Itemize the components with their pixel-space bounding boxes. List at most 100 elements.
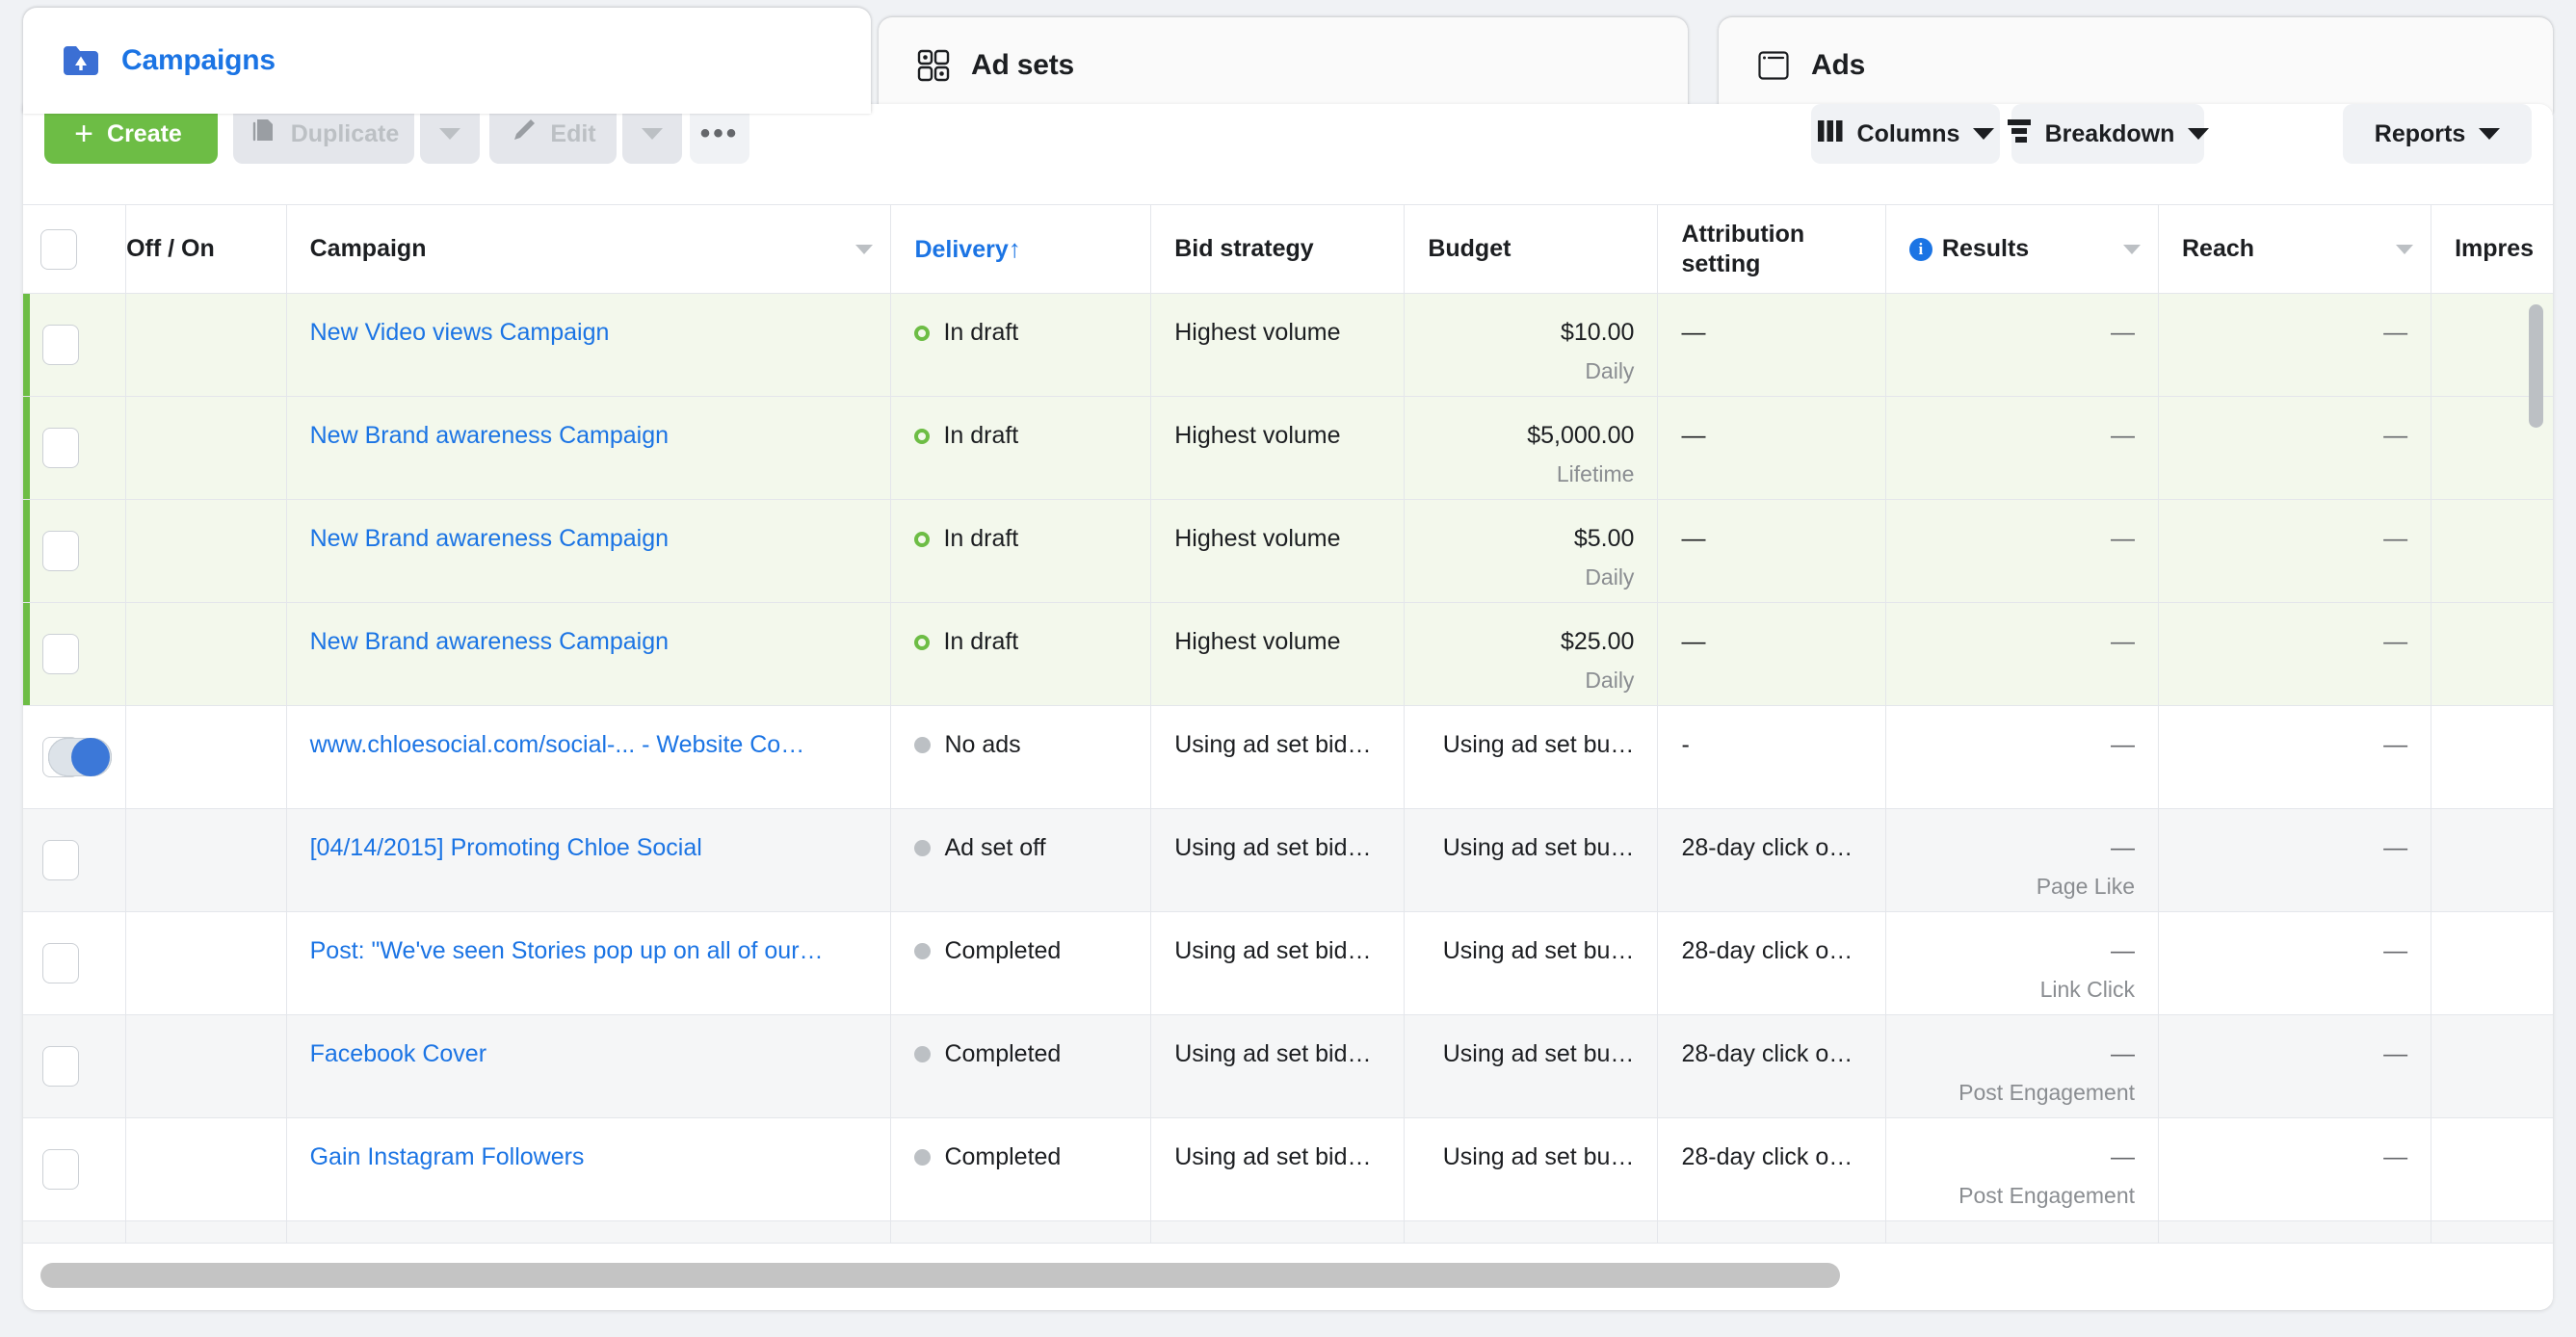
- chevron-down-icon[interactable]: [2123, 244, 2141, 254]
- reach-cell: —: [2158, 1117, 2432, 1221]
- status-dot-icon: [914, 1046, 932, 1062]
- row-select-cell[interactable]: [23, 1014, 127, 1118]
- header-reach[interactable]: Reach: [2158, 204, 2432, 294]
- campaigns-table-scroll[interactable]: Off / On Campaign Delivery↑ Bid strategy…: [23, 204, 2553, 1310]
- table-row[interactable]: Post: "We've seen Stories pop up on all …: [23, 738, 2553, 1015]
- results-cell: — Page Like: [1885, 808, 2160, 912]
- campaign-name-cell[interactable]: New Brand awareness Campaign: [286, 499, 892, 603]
- campaign-name-link[interactable]: New Brand awareness Campaign: [310, 603, 868, 656]
- campaign-name-cell[interactable]: [04/14/2015] Promoting Chloe Social: [286, 808, 892, 912]
- draft-accent-bar: [23, 294, 30, 396]
- results-cell: —: [1885, 602, 2160, 706]
- budget-cell: Using ad set bu…: [1404, 911, 1659, 1015]
- campaign-name-link[interactable]: Facebook Cover: [310, 1015, 868, 1068]
- reach-value: —: [2383, 525, 2408, 552]
- table-row[interactable]: Facebook Cover Completed Using ad set bid……: [23, 738, 2553, 1118]
- row-select-cell[interactable]: [23, 808, 127, 912]
- row-checkbox[interactable]: [42, 428, 79, 468]
- status-dot-draft-icon: [914, 531, 931, 547]
- info-icon[interactable]: i: [1908, 238, 1932, 262]
- row-toggle-cell[interactable]: [48, 293, 287, 776]
- row-checkbox[interactable]: [42, 531, 79, 571]
- reports-button[interactable]: Reports: [2343, 104, 2532, 164]
- row-checkbox[interactable]: [42, 1149, 79, 1190]
- attribution-setting-cell: 28-day click o…: [1657, 1014, 1886, 1118]
- row-select-cell[interactable]: [23, 1117, 127, 1221]
- horizontal-scrollbar-thumb[interactable]: [40, 1263, 1840, 1288]
- campaign-name-cell[interactable]: New Brand awareness Campaign: [286, 602, 892, 706]
- campaign-name-cell[interactable]: Facebook Cover: [286, 1014, 892, 1118]
- results-value: —: [2111, 525, 2135, 552]
- window-icon: [1757, 49, 1790, 82]
- table-row[interactable]: New Brand awareness Campaign In draft High…: [23, 396, 2553, 776]
- budget-value: Using ad set bu…: [1442, 1040, 1635, 1067]
- chevron-down-icon[interactable]: [855, 244, 874, 254]
- horizontal-scrollbar-track[interactable]: [23, 1243, 2553, 1310]
- campaign-name-link[interactable]: New Brand awareness Campaign: [310, 500, 868, 553]
- row-checkbox[interactable]: [42, 943, 79, 983]
- header-delivery[interactable]: Delivery↑: [890, 204, 1152, 294]
- table-row[interactable]: [04/14/2015] Promoting Chloe Social Ad se…: [23, 738, 2553, 912]
- row-checkbox[interactable]: [42, 634, 79, 674]
- header-budget[interactable]: Budget: [1404, 204, 1659, 294]
- row-toggle-cell[interactable]: [48, 738, 287, 1118]
- row-select-cell[interactable]: [23, 911, 127, 1015]
- results-type: Page Like: [2036, 874, 2135, 899]
- table-row[interactable]: New Brand awareness Campaign In draft High…: [23, 602, 2553, 776]
- row-toggle-cell[interactable]: [48, 705, 287, 809]
- row-checkbox[interactable]: [42, 1046, 79, 1087]
- row-checkbox[interactable]: [42, 840, 79, 880]
- reach-value: —: [2383, 1040, 2408, 1067]
- reach-cell: —: [2158, 499, 2432, 603]
- chevron-down-icon[interactable]: [2396, 244, 2414, 254]
- header-results[interactable]: i Results: [1885, 204, 2160, 294]
- attribution-setting-value: -: [1681, 731, 1690, 758]
- campaign-name-link[interactable]: [04/14/2015] Promoting Chloe Social: [310, 809, 868, 862]
- row-toggle-cell[interactable]: [48, 602, 287, 776]
- campaign-name-cell[interactable]: New Brand awareness Campaign: [286, 396, 892, 500]
- campaign-name-link[interactable]: New Video views Campaign: [310, 294, 868, 347]
- select-all-header[interactable]: [23, 204, 127, 294]
- header-off-on-label: Off / On: [126, 235, 215, 262]
- tab-ads[interactable]: Ads: [1719, 17, 2553, 114]
- header-bid-strategy[interactable]: Bid strategy: [1150, 204, 1406, 294]
- row-toggle-cell[interactable]: [48, 499, 287, 776]
- row-toggle-cell[interactable]: [48, 738, 287, 1221]
- tab-campaigns[interactable]: Campaigns: [23, 8, 871, 114]
- table-row[interactable]: New Video views Campaign In draft Highest …: [23, 293, 2553, 776]
- header-impressions[interactable]: Impres: [2431, 204, 2553, 294]
- row-select-cell[interactable]: [23, 602, 127, 706]
- campaign-name-cell[interactable]: Post: "We've seen Stories pop up on all …: [286, 911, 892, 1015]
- table-row[interactable]: Gain Instagram Followers Completed Using a…: [23, 738, 2553, 1221]
- row-toggle-cell[interactable]: [48, 396, 287, 776]
- header-attribution-setting[interactable]: Attribution setting: [1657, 204, 1886, 294]
- campaign-name-cell[interactable]: New Video views Campaign: [286, 293, 892, 397]
- breakdown-button[interactable]: Breakdown: [2007, 104, 2210, 164]
- reach-cell: —: [2158, 396, 2432, 500]
- header-off-on: Off / On: [125, 204, 287, 294]
- row-select-cell[interactable]: [23, 396, 127, 500]
- campaign-name-link[interactable]: New Brand awareness Campaign: [310, 397, 868, 450]
- attribution-setting-value: 28-day click o…: [1681, 1143, 1853, 1170]
- table-row[interactable]: New Brand awareness Campaign In draft High…: [23, 499, 2553, 776]
- row-select-cell[interactable]: [23, 293, 127, 397]
- select-all-checkbox[interactable]: [40, 228, 77, 270]
- table-row[interactable]: www.chloesocial.com/social-... - Website…: [23, 705, 2553, 809]
- tab-ad-sets[interactable]: Ad sets: [879, 17, 1688, 114]
- columns-icon: [1817, 119, 1844, 149]
- row-toggle-cell[interactable]: [48, 738, 287, 1015]
- columns-button[interactable]: Columns: [1811, 104, 2000, 164]
- campaign-name-link[interactable]: Gain Instagram Followers: [310, 1118, 868, 1171]
- vertical-scrollbar-track[interactable]: [2524, 299, 2545, 1175]
- header-campaign[interactable]: Campaign: [286, 204, 892, 294]
- campaign-name-cell[interactable]: www.chloesocial.com/social-... - Website…: [286, 705, 892, 809]
- row-toggle-cell[interactable]: [48, 738, 287, 912]
- campaign-name-cell[interactable]: Gain Instagram Followers: [286, 1117, 892, 1221]
- reach-cell: —: [2158, 1014, 2432, 1118]
- campaign-name-link[interactable]: www.chloesocial.com/social-... - Website…: [310, 706, 868, 759]
- campaign-name-link[interactable]: Post: "We've seen Stories pop up on all …: [310, 912, 868, 965]
- toolbar: + Create Duplicate Edit ••• Columns Brea…: [23, 104, 2553, 204]
- vertical-scrollbar-thumb[interactable]: [2529, 304, 2543, 428]
- row-checkbox[interactable]: [42, 325, 79, 365]
- row-select-cell[interactable]: [23, 499, 127, 603]
